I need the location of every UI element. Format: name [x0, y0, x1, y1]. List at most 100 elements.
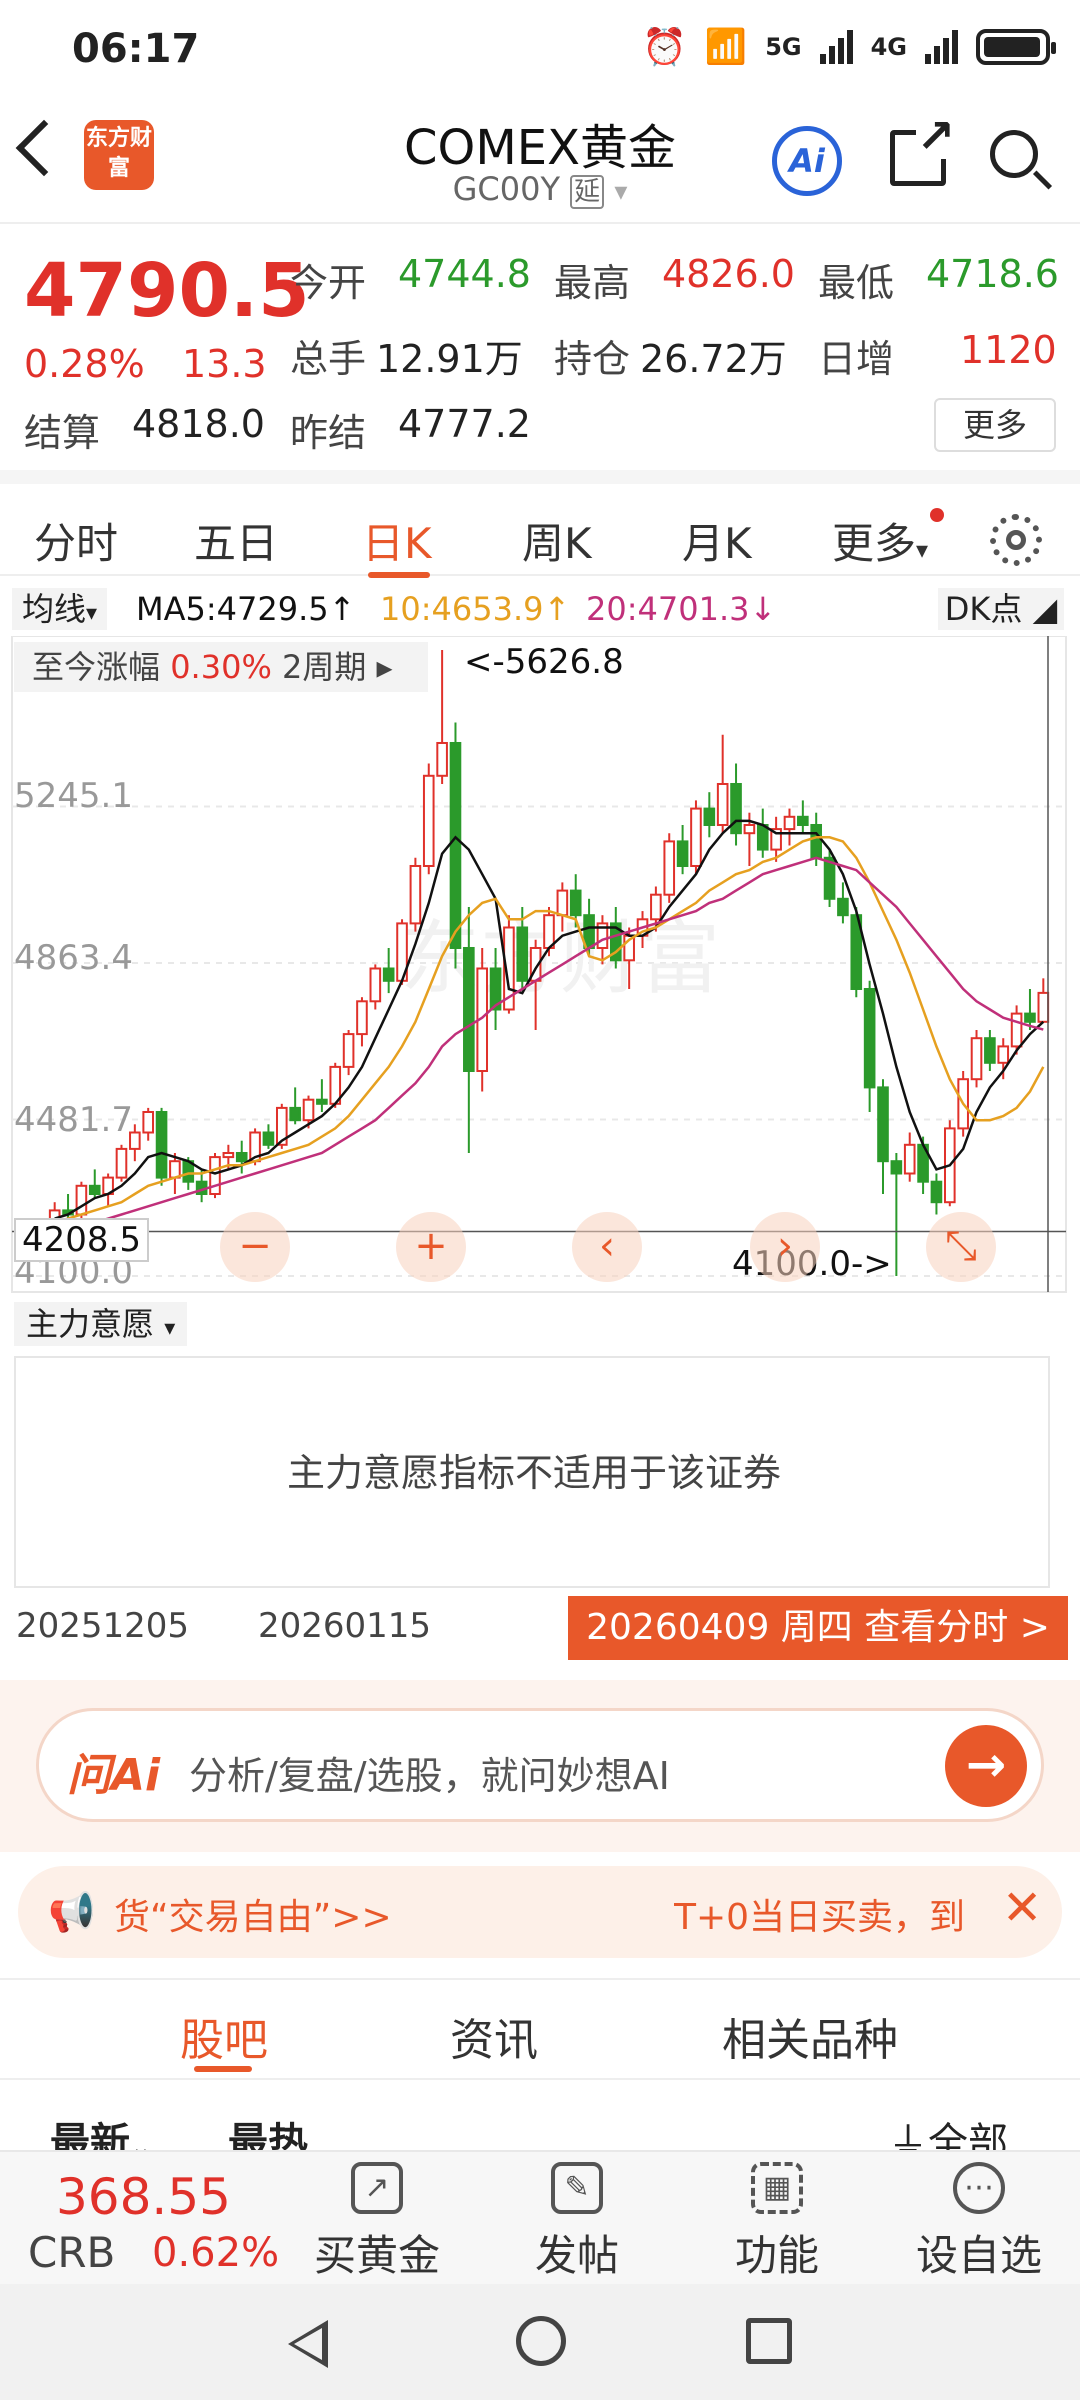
candle-body: [235, 1151, 248, 1163]
tab-more-label: 更多: [832, 519, 917, 568]
range-gain-box[interactable]: 至今涨幅 0.30% 2周期 ▸: [14, 642, 428, 692]
kline-svg[interactable]: 东方财富: [0, 636, 1080, 1296]
daily-increase-label: 日增: [818, 337, 895, 381]
post-button[interactable]: ✎ 发帖: [492, 2162, 662, 2283]
add-watchlist-button[interactable]: ⋯ 设自选: [894, 2162, 1064, 2283]
settle-value: 4818.0: [132, 402, 265, 446]
daily-increase-value: 1120: [960, 328, 1057, 372]
wifi-icon: 📶: [704, 27, 748, 67]
status-bar: 06:17 ⏰ 📶 5G 4G: [0, 0, 1080, 100]
ai-logo: 问Ai: [67, 1750, 161, 1801]
share-icon[interactable]: [890, 113, 955, 186]
system-nav-bar: [0, 2284, 1080, 2400]
sub-indicator-panel: 主力意愿 ▾ 主力意愿指标不适用于该证券: [0, 1296, 1080, 1596]
view-intraday-button[interactable]: 20260409 周四 查看分时 >: [568, 1596, 1068, 1660]
y-tick: 4863.4: [14, 938, 133, 978]
clock: 06:17: [72, 26, 200, 72]
kline-chart[interactable]: 东方财富 至今涨幅 0.30% 2周期 ▸ <-5626.8 4100.0-> …: [0, 636, 1080, 1296]
candle-body: [342, 1033, 355, 1068]
crb-ticker[interactable]: 368.55 CRB 0.62%: [0, 2152, 280, 2286]
tab-more[interactable]: 更多▾: [832, 510, 928, 571]
tab-related[interactable]: 相关品种: [722, 2004, 898, 2068]
ma-selector[interactable]: 均线▾: [12, 588, 108, 630]
candle-body: [783, 815, 796, 831]
tab-intraday[interactable]: 分时: [34, 510, 118, 571]
candle-body: [356, 1000, 368, 1036]
candle-body: [877, 1086, 889, 1163]
candle-body: [436, 741, 448, 777]
nav-back-icon[interactable]: [288, 2320, 328, 2368]
candle-body: [262, 1131, 275, 1146]
dk-point-button[interactable]: DK点 ◢: [938, 588, 1064, 630]
prev-settle-label: 昨结: [290, 411, 367, 455]
candle-body: [583, 914, 595, 949]
scroll-right-button[interactable]: ›: [750, 1212, 820, 1282]
open-interest-label: 持仓: [554, 337, 631, 381]
zoom-out-button[interactable]: −: [220, 1212, 290, 1282]
promo-text-right: T+0当日买卖，到: [674, 1897, 966, 1938]
caret-down-icon: ▾: [916, 536, 929, 564]
candle-body: [810, 823, 823, 859]
candle-body: [449, 741, 462, 949]
ma-legend: 均线▾ MA5:4729.5↑ 10:4653.9↑ 20:4701.3↓ DK…: [0, 582, 1080, 632]
grid-icon: ▦: [751, 2162, 803, 2214]
date-bar: 20251205 20260115 20260409 周四 查看分时 >: [0, 1596, 1080, 1676]
indicator-box: 主力意愿指标不适用于该证券: [14, 1356, 1050, 1588]
settle-label: 结算: [24, 411, 101, 455]
change-percent: 0.28%: [24, 342, 145, 386]
candle-body: [543, 914, 555, 949]
ai-placeholder: 分析/复盘/选股，就问妙想AI: [189, 1754, 670, 1798]
search-icon[interactable]: [990, 130, 1038, 178]
promo-banner[interactable]: 📢 货“交易自由”>> T+0当日买卖，到 ✕: [18, 1866, 1062, 1958]
cursor-price-label: 4208.5: [14, 1218, 149, 1262]
candle-body: [997, 1045, 1010, 1064]
tab-daily-k[interactable]: 日K: [362, 510, 432, 571]
open-value: 4744.8: [398, 252, 531, 296]
post-label: 发帖: [534, 2231, 619, 2280]
indicator-message: 主力意愿指标不适用于该证券: [286, 1451, 781, 1495]
open-label: 今开: [290, 261, 367, 305]
tab-monthly-k[interactable]: 月K: [682, 510, 752, 571]
ma10-value: 10:4653.9↑: [380, 590, 571, 628]
candle-body: [797, 815, 809, 826]
functions-button[interactable]: ▦ 功能: [692, 2162, 862, 2283]
zoom-in-button[interactable]: +: [396, 1212, 466, 1282]
candle-body: [222, 1151, 235, 1159]
volume-label: 总手: [290, 337, 367, 381]
candle-body: [88, 1184, 101, 1195]
buy-gold-button[interactable]: ↗ 买黄金: [292, 2162, 462, 2283]
prev-settle-value: 4777.2: [398, 402, 531, 446]
tab-five-day[interactable]: 五日: [194, 510, 278, 571]
network-5g-label: 5G: [765, 33, 802, 61]
delayed-tag: 延: [570, 175, 605, 209]
arrow-right-icon[interactable]: →: [945, 1725, 1027, 1807]
candle-body: [463, 946, 475, 1072]
ai-search-bar[interactable]: 问Ai 分析/复盘/选股，就问妙想AI →: [36, 1708, 1044, 1822]
period-tabs: 分时 五日 日K 周K 月K 更多▾: [0, 470, 1080, 578]
battery-icon: [976, 29, 1056, 65]
ai-button[interactable]: Ai: [772, 126, 842, 196]
y-tick: 5245.1: [14, 776, 133, 816]
more-button[interactable]: 更多: [934, 398, 1056, 452]
indicator-selector-label: 主力意愿: [26, 1305, 155, 1343]
ma-line-ma5: [54, 819, 1045, 1220]
close-icon[interactable]: ✕: [1002, 1880, 1042, 1936]
tab-news[interactable]: 资讯: [450, 2004, 538, 2068]
nav-home-icon[interactable]: [516, 2316, 566, 2366]
ai-section: 问Ai 分析/复盘/选股，就问妙想AI →: [0, 1680, 1080, 1852]
edit-icon: ✎: [551, 2162, 603, 2214]
candle-body: [1037, 991, 1050, 1023]
candle-body: [142, 1110, 155, 1134]
promo-text-left: 货“交易自由”>>: [114, 1897, 392, 1938]
nav-recents-icon[interactable]: [746, 2318, 792, 2364]
indicator-selector[interactable]: 主力意愿 ▾: [14, 1302, 188, 1346]
tab-weekly-k[interactable]: 周K: [522, 510, 592, 571]
candle-body: [516, 926, 529, 982]
buy-gold-label: 买黄金: [313, 2231, 440, 2280]
scroll-left-button[interactable]: ‹: [572, 1212, 642, 1282]
date-start: 20251205: [16, 1606, 190, 1646]
tab-forum[interactable]: 股吧: [180, 2004, 268, 2068]
fullscreen-button[interactable]: ⤡: [926, 1212, 996, 1282]
gear-icon[interactable]: [990, 514, 1042, 566]
candle-body: [703, 807, 716, 826]
